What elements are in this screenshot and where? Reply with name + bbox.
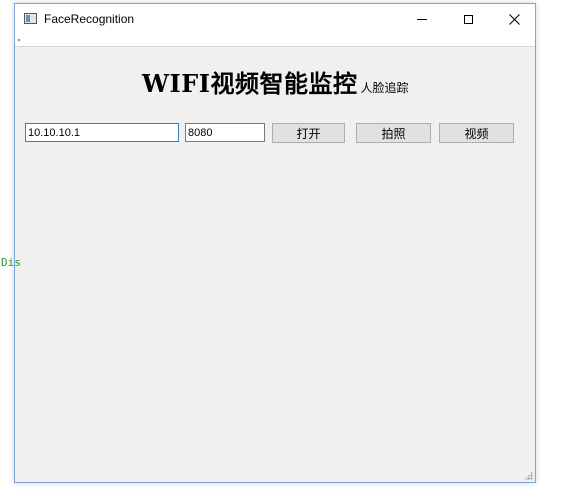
stray-label: Dis — [1, 256, 21, 269]
facerecognition-window: FaceRecognition WIFI视频智能监控人脸追踪 打开 拍照 视频 … — [1, 3, 536, 483]
app-window-icon — [24, 13, 37, 24]
ip-address-input[interactable] — [25, 123, 179, 142]
page-title: WIFI视频智能监控 人脸追踪 — [142, 64, 408, 99]
close-button[interactable] — [491, 4, 537, 35]
title-main: WIFI视频智能监控 — [142, 69, 358, 98]
port-input[interactable] — [185, 123, 265, 142]
resize-grip-icon[interactable] — [524, 471, 533, 480]
title-bar[interactable]: FaceRecognition — [15, 4, 535, 36]
minimize-icon — [417, 19, 427, 20]
minimize-button[interactable] — [399, 4, 445, 35]
menu-bar — [15, 36, 535, 47]
photo-button[interactable]: 拍照 — [356, 123, 431, 143]
close-icon — [508, 14, 520, 25]
maximize-button[interactable] — [445, 4, 491, 35]
maximize-icon — [463, 15, 473, 24]
menu-grip-icon — [18, 39, 20, 41]
main-panel: WIFI视频智能监控人脸追踪 打开 拍照 视频 Dis — [1, 47, 535, 482]
title-sub: 人脸追踪 — [360, 81, 409, 95]
window-title: FaceRecognition — [44, 12, 135, 26]
open-button[interactable]: 打开 — [272, 123, 345, 143]
video-button[interactable]: 视频 — [439, 123, 514, 143]
